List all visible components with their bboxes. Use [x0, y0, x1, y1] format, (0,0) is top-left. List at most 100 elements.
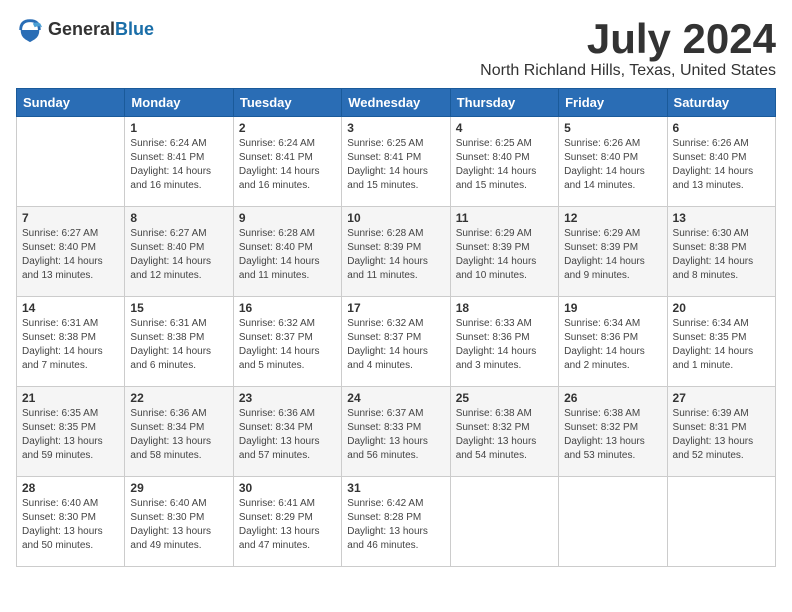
- day-info: Sunrise: 6:34 AMSunset: 8:35 PMDaylight:…: [673, 317, 770, 373]
- day-number: 1: [130, 121, 227, 135]
- calendar-day-4: 4 Sunrise: 6:25 AMSunset: 8:40 PMDaylight…: [450, 117, 558, 207]
- day-header-wednesday: Wednesday: [342, 89, 450, 117]
- day-number: 12: [564, 211, 661, 225]
- day-info: Sunrise: 6:25 AMSunset: 8:40 PMDaylight:…: [456, 137, 553, 193]
- calendar-day-20: 20 Sunrise: 6:34 AMSunset: 8:35 PMDayligh…: [667, 297, 775, 387]
- calendar-day-27: 27Sunrise: 6:39 AMSunset: 8:31 PMDayligh…: [667, 387, 775, 477]
- day-header-friday: Friday: [559, 89, 667, 117]
- day-number: 16: [239, 301, 336, 315]
- calendar-day-21: 21Sunrise: 6:35 AMSunset: 8:35 PMDayligh…: [17, 387, 125, 477]
- calendar-day-7: 7 Sunrise: 6:27 AMSunset: 8:40 PMDaylight…: [17, 207, 125, 297]
- logo-general: General: [48, 20, 115, 40]
- calendar-day-15: 15 Sunrise: 6:31 AMSunset: 8:38 PMDayligh…: [125, 297, 233, 387]
- calendar-day-13: 13 Sunrise: 6:30 AMSunset: 8:38 PMDayligh…: [667, 207, 775, 297]
- day-number: 7: [22, 211, 119, 225]
- day-info: Sunrise: 6:24 AMSunset: 8:41 PMDaylight:…: [239, 137, 336, 193]
- day-info: Sunrise: 6:31 AMSunset: 8:38 PMDaylight:…: [22, 317, 119, 373]
- day-info: Sunrise: 6:32 AMSunset: 8:37 PMDaylight:…: [239, 317, 336, 373]
- calendar-day-31: 31 Sunrise: 6:42 AMSunset: 8:28 PMDayligh…: [342, 477, 450, 567]
- calendar-day-1: 1 Sunrise: 6:24 AMSunset: 8:41 PMDaylight…: [125, 117, 233, 207]
- calendar-day-11: 11Sunrise: 6:29 AMSunset: 8:39 PMDayligh…: [450, 207, 558, 297]
- calendar-empty-cell: [17, 117, 125, 207]
- location-title: North Richland Hills, Texas, United Stat…: [480, 62, 776, 80]
- calendar-day-9: 9Sunrise: 6:28 AMSunset: 8:40 PMDaylight…: [233, 207, 341, 297]
- day-info: Sunrise: 6:26 AMSunset: 8:40 PMDaylight:…: [673, 137, 770, 193]
- calendar-day-3: 3Sunrise: 6:25 AMSunset: 8:41 PMDaylight…: [342, 117, 450, 207]
- calendar-day-22: 22 Sunrise: 6:36 AMSunset: 8:34 PMDayligh…: [125, 387, 233, 477]
- calendar-day-29: 29Sunrise: 6:40 AMSunset: 8:30 PMDayligh…: [125, 477, 233, 567]
- calendar-day-8: 8Sunrise: 6:27 AMSunset: 8:40 PMDaylight…: [125, 207, 233, 297]
- calendar-week-row: 28Sunrise: 6:40 AMSunset: 8:30 PMDayligh…: [17, 477, 776, 567]
- day-info: Sunrise: 6:41 AMSunset: 8:29 PMDaylight:…: [239, 497, 336, 553]
- day-number: 4: [456, 121, 553, 135]
- day-number: 17: [347, 301, 444, 315]
- calendar-day-16: 16 Sunrise: 6:32 AMSunset: 8:37 PMDayligh…: [233, 297, 341, 387]
- calendar-day-2: 2Sunrise: 6:24 AMSunset: 8:41 PMDaylight…: [233, 117, 341, 207]
- day-info: Sunrise: 6:29 AMSunset: 8:39 PMDaylight:…: [564, 227, 661, 283]
- day-number: 31: [347, 481, 444, 495]
- day-number: 29: [130, 481, 227, 495]
- day-number: 13: [673, 211, 770, 225]
- day-info: Sunrise: 6:38 AMSunset: 8:32 PMDaylight:…: [456, 407, 553, 463]
- header: General Blue July 2024 North Richland Hi…: [16, 16, 776, 80]
- day-number: 6: [673, 121, 770, 135]
- calendar-day-17: 17 Sunrise: 6:32 AMSunset: 8:37 PMDayligh…: [342, 297, 450, 387]
- day-info: Sunrise: 6:37 AMSunset: 8:33 PMDaylight:…: [347, 407, 444, 463]
- day-number: 24: [347, 391, 444, 405]
- day-info: Sunrise: 6:38 AMSunset: 8:32 PMDaylight:…: [564, 407, 661, 463]
- calendar-day-18: 18Sunrise: 6:33 AMSunset: 8:36 PMDayligh…: [450, 297, 558, 387]
- day-header-monday: Monday: [125, 89, 233, 117]
- day-number: 22: [130, 391, 227, 405]
- calendar-day-26: 26Sunrise: 6:38 AMSunset: 8:32 PMDayligh…: [559, 387, 667, 477]
- logo-icon: [16, 16, 44, 44]
- day-number: 11: [456, 211, 553, 225]
- calendar-week-row: 14 Sunrise: 6:31 AMSunset: 8:38 PMDayligh…: [17, 297, 776, 387]
- day-info: Sunrise: 6:33 AMSunset: 8:36 PMDaylight:…: [456, 317, 553, 373]
- day-info: Sunrise: 6:27 AMSunset: 8:40 PMDaylight:…: [22, 227, 119, 283]
- day-info: Sunrise: 6:32 AMSunset: 8:37 PMDaylight:…: [347, 317, 444, 373]
- calendar-day-6: 6 Sunrise: 6:26 AMSunset: 8:40 PMDaylight…: [667, 117, 775, 207]
- calendar-day-14: 14 Sunrise: 6:31 AMSunset: 8:38 PMDayligh…: [17, 297, 125, 387]
- calendar-empty-cell: [559, 477, 667, 567]
- day-info: Sunrise: 6:26 AMSunset: 8:40 PMDaylight:…: [564, 137, 661, 193]
- calendar-day-28: 28Sunrise: 6:40 AMSunset: 8:30 PMDayligh…: [17, 477, 125, 567]
- calendar-header-row: SundayMondayTuesdayWednesdayThursdayFrid…: [17, 89, 776, 117]
- logo: General Blue: [16, 16, 154, 44]
- day-number: 15: [130, 301, 227, 315]
- calendar-week-row: 21Sunrise: 6:35 AMSunset: 8:35 PMDayligh…: [17, 387, 776, 477]
- day-info: Sunrise: 6:39 AMSunset: 8:31 PMDaylight:…: [673, 407, 770, 463]
- day-header-sunday: Sunday: [17, 89, 125, 117]
- calendar-empty-cell: [667, 477, 775, 567]
- calendar-day-19: 19 Sunrise: 6:34 AMSunset: 8:36 PMDayligh…: [559, 297, 667, 387]
- day-number: 20: [673, 301, 770, 315]
- day-info: Sunrise: 6:25 AMSunset: 8:41 PMDaylight:…: [347, 137, 444, 193]
- title-area: July 2024 North Richland Hills, Texas, U…: [480, 16, 776, 80]
- day-info: Sunrise: 6:34 AMSunset: 8:36 PMDaylight:…: [564, 317, 661, 373]
- day-info: Sunrise: 6:35 AMSunset: 8:35 PMDaylight:…: [22, 407, 119, 463]
- day-info: Sunrise: 6:31 AMSunset: 8:38 PMDaylight:…: [130, 317, 227, 373]
- day-number: 10: [347, 211, 444, 225]
- day-header-tuesday: Tuesday: [233, 89, 341, 117]
- calendar-day-23: 23Sunrise: 6:36 AMSunset: 8:34 PMDayligh…: [233, 387, 341, 477]
- day-info: Sunrise: 6:42 AMSunset: 8:28 PMDaylight:…: [347, 497, 444, 553]
- day-info: Sunrise: 6:30 AMSunset: 8:38 PMDaylight:…: [673, 227, 770, 283]
- day-info: Sunrise: 6:24 AMSunset: 8:41 PMDaylight:…: [130, 137, 227, 193]
- calendar-day-25: 25Sunrise: 6:38 AMSunset: 8:32 PMDayligh…: [450, 387, 558, 477]
- day-info: Sunrise: 6:40 AMSunset: 8:30 PMDaylight:…: [22, 497, 119, 553]
- calendar-day-10: 10 Sunrise: 6:28 AMSunset: 8:39 PMDayligh…: [342, 207, 450, 297]
- day-number: 23: [239, 391, 336, 405]
- calendar-day-12: 12 Sunrise: 6:29 AMSunset: 8:39 PMDayligh…: [559, 207, 667, 297]
- logo-text: General Blue: [48, 20, 154, 40]
- day-info: Sunrise: 6:28 AMSunset: 8:39 PMDaylight:…: [347, 227, 444, 283]
- day-number: 5: [564, 121, 661, 135]
- month-title: July 2024: [480, 16, 776, 62]
- calendar-empty-cell: [450, 477, 558, 567]
- day-info: Sunrise: 6:36 AMSunset: 8:34 PMDaylight:…: [130, 407, 227, 463]
- logo-blue: Blue: [115, 20, 154, 40]
- calendar-table: SundayMondayTuesdayWednesdayThursdayFrid…: [16, 88, 776, 567]
- day-number: 19: [564, 301, 661, 315]
- calendar-week-row: 7 Sunrise: 6:27 AMSunset: 8:40 PMDaylight…: [17, 207, 776, 297]
- day-number: 8: [130, 211, 227, 225]
- day-number: 14: [22, 301, 119, 315]
- day-number: 9: [239, 211, 336, 225]
